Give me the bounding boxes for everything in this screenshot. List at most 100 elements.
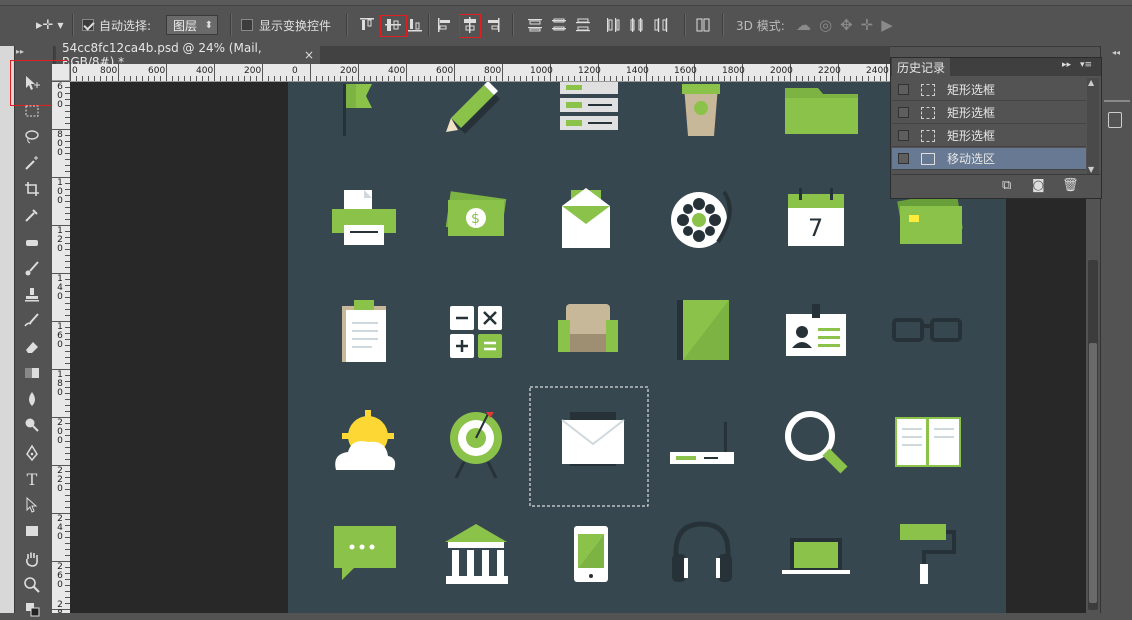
marquee-tool[interactable] — [18, 100, 46, 122]
distribute-top-icon — [528, 19, 542, 32]
auto-select-target[interactable]: 图层 — [166, 14, 218, 36]
panel-menu-icon[interactable]: ▾≡ — [1080, 60, 1092, 70]
divider — [72, 14, 74, 36]
mode-3d-controls[interactable]: ☁ ◎ ✥ ✛ ▶ — [796, 14, 901, 36]
divider — [722, 14, 724, 36]
history-source-checkbox[interactable] — [898, 107, 909, 118]
history-source-checkbox[interactable] — [898, 153, 909, 164]
show-transform-toggle[interactable]: 显示变换控件 — [241, 14, 331, 36]
eyedropper-tool[interactable] — [18, 204, 46, 226]
ruler-label: 200 — [340, 66, 358, 76]
align-top-icon — [360, 18, 374, 30]
history-item-active[interactable]: 移动选区 — [892, 148, 1086, 170]
chat-bubble-icon — [334, 526, 396, 580]
book-icon — [677, 300, 729, 360]
distribute-hcenter-button[interactable] — [628, 16, 646, 34]
stamp-icon — [25, 288, 39, 302]
history-panel-tab[interactable]: 历史记录 — [892, 58, 950, 76]
align-left-button[interactable] — [436, 16, 454, 34]
brush-tool[interactable] — [18, 258, 46, 280]
distribute-bottom-button[interactable] — [574, 16, 592, 34]
scroll-down-icon[interactable]: ▼ — [1088, 165, 1094, 174]
highlight-box — [459, 14, 481, 38]
scrollbar-thumb[interactable] — [1089, 343, 1097, 603]
history-item[interactable]: 矩形选框 — [892, 102, 1086, 124]
distribute-right-button[interactable] — [652, 16, 670, 34]
headphones-icon — [672, 521, 732, 582]
target-icon — [450, 412, 502, 479]
ruler-label: 1600 — [674, 66, 697, 76]
slide-3d-icon[interactable]: ✛ — [861, 16, 882, 34]
distribute-top-button[interactable] — [526, 16, 544, 34]
ruler-label: 1400 — [626, 66, 649, 76]
auto-select-checkbox[interactable] — [82, 19, 94, 31]
distribute-hcenter-icon — [630, 18, 643, 32]
rotate-3d-icon[interactable]: ☁ — [796, 16, 819, 34]
close-icon[interactable]: × — [304, 48, 314, 62]
history-source-checkbox[interactable] — [898, 130, 909, 141]
ruler-label: 6 0 0 — [57, 82, 63, 110]
type-tool[interactable]: T — [18, 468, 46, 490]
trash-icon[interactable]: 🗑 — [1062, 178, 1079, 193]
blur-tool[interactable] — [18, 388, 46, 410]
panel-expand-icon[interactable]: ▸▸ — [1062, 60, 1071, 70]
history-item[interactable]: 矩形选框 — [892, 125, 1086, 147]
path-selection-tool[interactable] — [18, 494, 46, 516]
roll-3d-icon[interactable]: ◎ — [819, 16, 840, 34]
zoom-tool[interactable] — [18, 574, 46, 596]
distribute-vcenter-button[interactable] — [550, 16, 568, 34]
history-brush-icon — [24, 313, 39, 327]
camera-icon[interactable]: ◙ — [1032, 178, 1045, 193]
crop-tool[interactable] — [18, 178, 46, 200]
show-transform-checkbox[interactable] — [241, 19, 253, 31]
eraser-tool[interactable] — [18, 336, 46, 358]
align-bottom-button[interactable] — [406, 16, 424, 34]
dodge-tool[interactable] — [18, 414, 46, 436]
dock-collapse-icon[interactable]: ◂◂ — [1112, 48, 1120, 57]
calculator-icon — [450, 306, 502, 358]
auto-select-toggle[interactable]: 自动选择: — [82, 14, 151, 36]
ruler-label: 2 8 0 — [57, 600, 63, 614]
history-source-checkbox[interactable] — [898, 84, 909, 95]
zoom-icon — [24, 577, 40, 593]
ruler-label: 2000 — [770, 66, 793, 76]
distribute-left-button[interactable] — [604, 16, 622, 34]
ruler-label: 2200 — [818, 66, 841, 76]
align-right-button[interactable] — [484, 16, 502, 34]
rectangle-tool[interactable] — [18, 520, 46, 542]
align-top-button[interactable] — [358, 16, 376, 34]
credit-card-icon — [897, 191, 963, 244]
divider — [512, 14, 514, 36]
ruler-label: 2400 — [866, 66, 889, 76]
ruler-label: 1 2 0 — [57, 226, 63, 254]
healing-brush-tool[interactable] — [18, 232, 46, 254]
clipboard-icon — [342, 300, 386, 362]
move-tool-preset[interactable]: ▸✛ ▼ — [36, 14, 64, 36]
collapse-icon[interactable]: ▸▸ — [16, 47, 24, 56]
color-swatches[interactable] — [18, 598, 46, 620]
magic-wand-tool[interactable] — [18, 152, 46, 174]
printer-icon — [332, 190, 396, 245]
dock-panel-icon[interactable] — [1108, 112, 1122, 128]
mail-icon — [561, 412, 625, 466]
pan-3d-icon[interactable]: ✥ — [840, 16, 861, 34]
distribute-left-icon — [607, 18, 620, 32]
auto-align-button[interactable] — [694, 16, 712, 34]
history-scrollbar[interactable]: ▲ ▼ — [1087, 78, 1099, 174]
clone-stamp-tool[interactable] — [18, 284, 46, 306]
hand-tool[interactable] — [18, 548, 46, 570]
rectangular-marquee-icon — [921, 83, 935, 96]
auto-select-dropdown[interactable]: 图层 — [166, 15, 218, 35]
gradient-tool[interactable] — [18, 362, 46, 384]
scroll-up-icon[interactable]: ▲ — [1088, 78, 1094, 87]
pen-tool[interactable] — [18, 442, 46, 464]
new-document-from-state-icon[interactable]: ⧉ — [1002, 178, 1011, 193]
history-brush-tool[interactable] — [18, 310, 46, 332]
pen-icon — [26, 444, 38, 462]
lasso-tool[interactable] — [18, 126, 46, 148]
history-item[interactable]: 矩形选框 — [892, 79, 1086, 101]
auto-align-icon — [696, 18, 710, 32]
scale-3d-icon[interactable]: ▶ — [881, 16, 901, 34]
document-tab[interactable]: 54cc8fc12ca4b.psd @ 24% (Mail, RGB/8#) *… — [56, 41, 320, 69]
divider — [684, 14, 686, 36]
